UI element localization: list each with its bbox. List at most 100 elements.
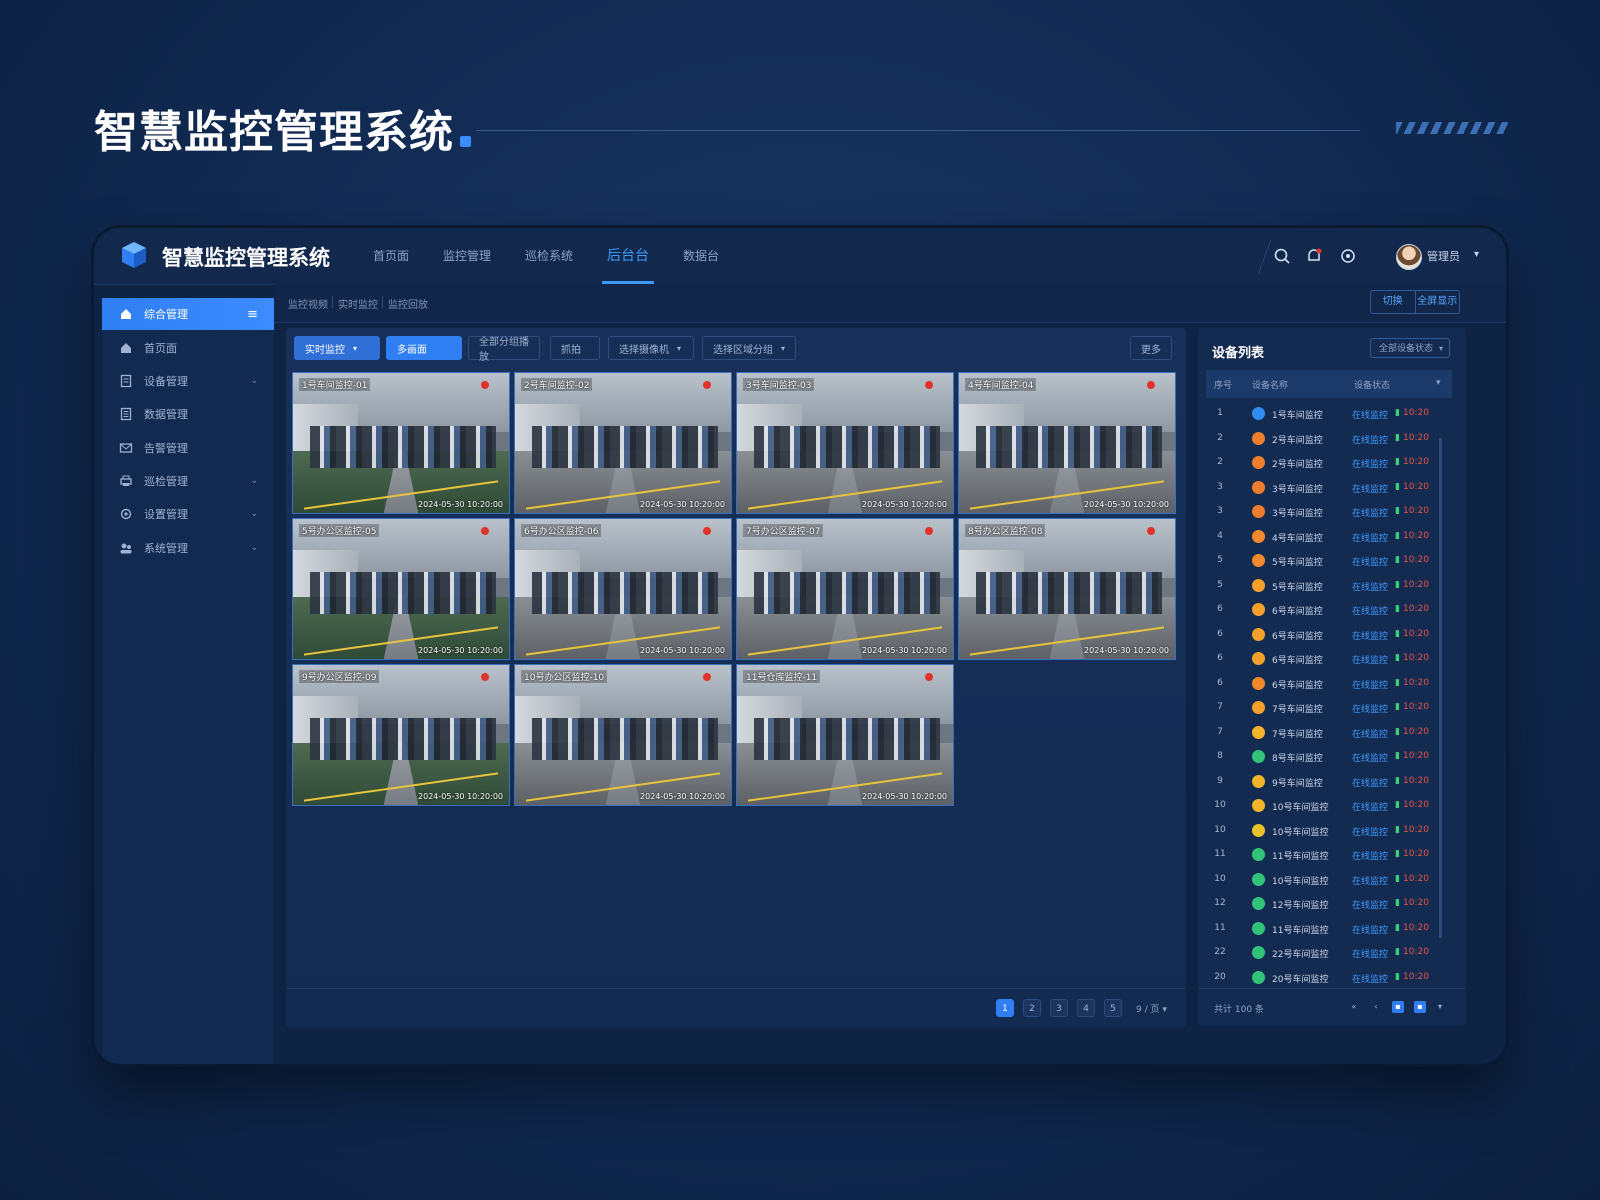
camera-feed-6[interactable]: 7号办公区监控-07 2024-05-30 10:20:00	[736, 518, 954, 660]
camera-feed-3[interactable]: 4号车间监控-04 2024-05-30 10:20:00	[958, 372, 1176, 514]
device-time: 10:20	[1403, 408, 1429, 418]
sidebar-item-4[interactable]: 告警管理	[102, 432, 274, 464]
device-row[interactable]: 22 22号车间监控 在线监控 ▮ 10:20	[1206, 941, 1446, 965]
sidebar-item-6[interactable]: 设置管理 ⌄	[102, 498, 274, 530]
device-row[interactable]: 10 10号车间监控 在线监控 ▮ 10:20	[1206, 819, 1446, 843]
device-row[interactable]: 5 5号车间监控 在线监控 ▮ 10:20	[1206, 574, 1446, 598]
page-button-0[interactable]: 1	[996, 999, 1014, 1017]
page-button-1[interactable]: 2	[1023, 999, 1041, 1017]
chevron-down-icon: ⌄	[250, 476, 258, 486]
nav-item-4[interactable]: 数据台	[666, 228, 736, 284]
camera-timestamp: 2024-05-30 10:20:00	[418, 646, 503, 655]
nav-item-0[interactable]: 首页面	[356, 228, 426, 284]
row-index: 6	[1217, 677, 1223, 688]
device-row[interactable]: 3 3号车间监控 在线监控 ▮ 10:20	[1206, 476, 1446, 500]
nav-item-2[interactable]: 巡检系统	[508, 228, 590, 284]
toolbar-button-3[interactable]: 抓拍	[550, 336, 600, 360]
page-button-2[interactable]: 3	[1050, 999, 1068, 1017]
chevron-down-icon[interactable]: ▾	[1436, 378, 1441, 388]
clock-icon: ▮	[1395, 824, 1400, 835]
sidebar-item-2[interactable]: 设备管理 ⌄	[102, 365, 274, 397]
toolbar-button-5[interactable]: 选择区域分组 ▾	[702, 336, 796, 360]
device-row[interactable]: 2 2号车间监控 在线监控 ▮ 10:20	[1206, 427, 1446, 451]
device-row[interactable]: 4 4号车间监控 在线监控 ▮ 10:20	[1206, 525, 1446, 549]
device-row[interactable]: 2 2号车间监控 在线监控 ▮ 10:20	[1206, 451, 1446, 475]
recording-indicator-icon	[481, 527, 489, 535]
app-window: 智慧监控管理系统 首页面 监控管理 巡检系统 后台台 数据台 管理员 ▾ 综合管理 ≡ 首页…	[94, 228, 1506, 1064]
fullscreen-button[interactable]: 全屏显示	[1416, 291, 1460, 313]
sidebar-item-5[interactable]: 巡检管理 ⌄	[102, 465, 274, 497]
camera-timestamp: 2024-05-30 10:20:00	[862, 646, 947, 655]
more-button[interactable]: 更多	[1130, 336, 1172, 360]
nav-item-3[interactable]: 后台台	[590, 228, 666, 284]
device-name: 5号车间监控	[1272, 582, 1323, 593]
notification-icon[interactable]	[1304, 246, 1324, 266]
device-row[interactable]: 1 1号车间监控 在线监控 ▮ 10:20	[1206, 402, 1446, 426]
search-icon[interactable]	[1272, 246, 1292, 266]
prev-page-icon[interactable]: ‹	[1370, 1001, 1382, 1013]
page-two-icon[interactable]: ▪	[1414, 1001, 1426, 1013]
device-list-scrollbar[interactable]	[1439, 438, 1442, 938]
camera-feed-0[interactable]: 1号车间监控-01 2024-05-30 10:20:00	[292, 372, 510, 514]
camera-feed-10[interactable]: 11号仓库监控-11 2024-05-30 10:20:00	[736, 664, 954, 806]
nav-item-1[interactable]: 监控管理	[426, 228, 508, 284]
chevron-down-icon[interactable]: ▾	[1474, 249, 1479, 260]
device-row[interactable]: 6 6号车间监控 在线监控 ▮ 10:20	[1206, 598, 1446, 622]
device-status: 在线监控	[1352, 435, 1389, 446]
device-row[interactable]: 10 10号车间监控 在线监控 ▮ 10:20	[1206, 794, 1446, 818]
device-status: 在线监控	[1352, 558, 1389, 568]
toolbar-button-1[interactable]: 多画面	[386, 336, 462, 360]
sidebar: 综合管理 ≡ 首页面 设备管理 ⌄ 数据管理 告警管理 巡检管理 ⌄ 设置管理 ⌄ 系统管理 ⌄	[102, 298, 274, 1064]
device-status: 在线监控	[1352, 484, 1389, 495]
page-one-icon[interactable]: ▪	[1392, 1001, 1404, 1013]
device-row[interactable]: 7 7号车间监控 在线监控 ▮ 10:20	[1206, 696, 1446, 720]
device-row[interactable]: 6 6号车间监控 在线监控 ▮ 10:20	[1206, 647, 1446, 671]
device-row[interactable]: 6 6号车间监控 在线监控 ▮ 10:20	[1206, 672, 1446, 696]
chevron-down-icon[interactable]: ▾	[1434, 1001, 1446, 1013]
user-name[interactable]: 管理员	[1427, 248, 1460, 264]
camera-feed-4[interactable]: 5号办公区监控-05 2024-05-30 10:20:00	[292, 518, 510, 660]
device-row[interactable]: 3 3号车间监控 在线监控 ▮ 10:20	[1206, 500, 1446, 524]
toolbar-button-2[interactable]: 全部分组播放	[468, 336, 540, 363]
camera-feed-9[interactable]: 10号办公区监控-10 2024-05-30 10:20:00	[514, 664, 732, 806]
settings-icon[interactable]	[1338, 246, 1358, 266]
device-row[interactable]: 9 9号车间监控 在线监控 ▮ 10:20	[1206, 770, 1446, 794]
camera-feed-2[interactable]: 3号车间监控-03 2024-05-30 10:20:00	[736, 372, 954, 514]
device-row[interactable]: 11 11号车间监控 在线监控 ▮ 10:20	[1206, 917, 1446, 941]
page-button-4[interactable]: 5	[1104, 999, 1122, 1017]
device-status-icon	[1252, 431, 1265, 445]
breadcrumb-item-1[interactable]: 实时监控	[338, 296, 378, 311]
breadcrumb-item-2[interactable]: 监控回放	[388, 296, 428, 311]
clock-icon: ▮	[1395, 726, 1400, 737]
breadcrumb-item-0[interactable]: 监控视频	[288, 296, 328, 311]
page-size-select[interactable]: 9 / 页 ▾	[1136, 1002, 1167, 1015]
device-row[interactable]: 8 8号车间监控 在线监控 ▮ 10:20	[1206, 745, 1446, 769]
sidebar-item-7[interactable]: 系统管理 ⌄	[102, 532, 274, 564]
camera-feed-5[interactable]: 6号办公区监控-06 2024-05-30 10:20:00	[514, 518, 732, 660]
camera-feed-1[interactable]: 2号车间监控-02 2024-05-30 10:20:00	[514, 372, 732, 514]
device-row[interactable]: 7 7号车间监控 在线监控 ▮ 10:20	[1206, 721, 1446, 745]
camera-feed-7[interactable]: 8号办公区监控-08 2024-05-30 10:20:00	[958, 518, 1176, 660]
sidebar-item-3[interactable]: 数据管理	[102, 398, 274, 430]
menu-icon[interactable]: ≡	[247, 307, 258, 322]
device-row[interactable]: 12 12号车间监控 在线监控 ▮ 10:20	[1206, 892, 1446, 916]
device-row[interactable]: 20 20号车间监控 在线监控 ▮ 10:20	[1206, 966, 1446, 990]
device-row[interactable]: 5 5号车间监控 在线监控 ▮ 10:20	[1206, 549, 1446, 573]
sidebar-item-0[interactable]: 综合管理 ≡	[102, 298, 274, 330]
sidebar-item-1[interactable]: 首页面	[102, 332, 274, 364]
device-row[interactable]: 6 6号车间监控 在线监控 ▮ 10:20	[1206, 623, 1446, 647]
toolbar-button-label: 选择区域分组	[713, 344, 773, 356]
device-name: 5号车间监控	[1272, 558, 1323, 568]
page-button-3[interactable]: 4	[1077, 999, 1095, 1017]
device-row[interactable]: 10 10号车间监控 在线监控 ▮ 10:20	[1206, 868, 1446, 892]
camera-feed-8[interactable]: 9号办公区监控-09 2024-05-30 10:20:00	[292, 664, 510, 806]
column-name: 设备名称	[1252, 381, 1289, 391]
switch-button[interactable]: 切换	[1371, 291, 1416, 313]
status-filter-select[interactable]: 全部设备状态 ▾	[1370, 338, 1450, 358]
toolbar-button-4[interactable]: 选择摄像机 ▾	[608, 336, 694, 360]
device-row[interactable]: 11 11号车间监控 在线监控 ▮ 10:20	[1206, 843, 1446, 867]
avatar[interactable]	[1396, 244, 1422, 270]
first-page-icon[interactable]: «	[1348, 1001, 1360, 1013]
toolbar-button-0[interactable]: 实时监控 ▾	[294, 336, 380, 360]
chevron-down-icon: ▾	[677, 343, 682, 353]
